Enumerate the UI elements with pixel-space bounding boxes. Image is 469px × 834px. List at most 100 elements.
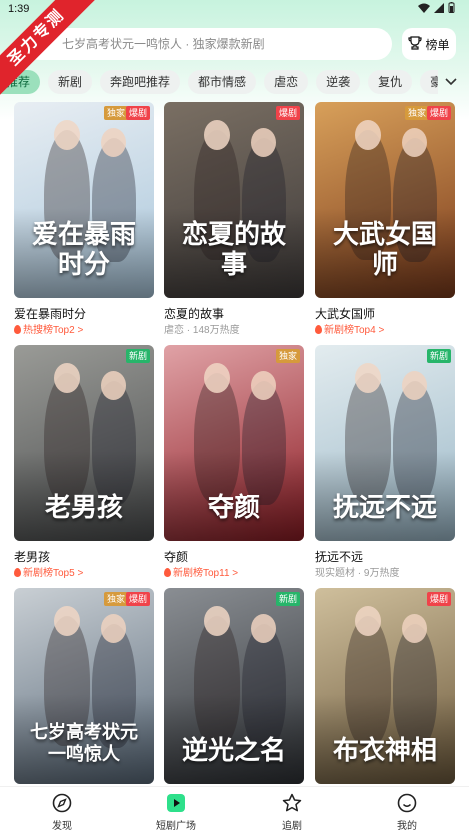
battery-icon bbox=[448, 2, 455, 16]
tab-4[interactable]: 虐恋 bbox=[264, 70, 309, 94]
poster-badge: 独家 bbox=[103, 106, 128, 120]
drama-card[interactable]: 恋夏的故事 爆剧恋夏的故事虐恋 · 148万热度 bbox=[164, 102, 304, 338]
drama-title[interactable]: 爱在暴雨时分 bbox=[14, 306, 154, 322]
status-time: 1:39 bbox=[8, 3, 30, 15]
drama-card[interactable]: 爱在暴雨时分 独家 爆剧爱在暴雨时分热搜榜Top2 > bbox=[14, 102, 154, 338]
poster-figure-head bbox=[355, 606, 381, 636]
drama-title[interactable]: 老男孩 bbox=[14, 549, 154, 565]
drama-card[interactable]: 逆光之名 新剧逆光之名 bbox=[164, 588, 304, 808]
star-icon bbox=[282, 793, 302, 813]
poster-figure-head bbox=[355, 120, 381, 150]
poster-figure-head bbox=[402, 614, 427, 643]
drama-sub-text: 新剧榜Top5 > bbox=[23, 568, 84, 579]
poster-badge: 独家 bbox=[275, 349, 300, 363]
tab-5[interactable]: 逆袭 bbox=[316, 70, 361, 94]
poster-title-art: 抚远不远 bbox=[332, 493, 437, 523]
poster-figure-head bbox=[204, 120, 230, 150]
tab-7[interactable]: 豪门 bbox=[420, 70, 438, 94]
drama-card[interactable]: 老男孩 新剧老男孩新剧榜Top5 > bbox=[14, 345, 154, 581]
poster-badge: 独家 bbox=[103, 592, 128, 606]
poster-title-art: 爱在暴雨时分 bbox=[31, 220, 136, 280]
drama-poster[interactable]: 夺颜 独家 bbox=[164, 345, 304, 541]
poster-badge: 爆剧 bbox=[125, 592, 150, 606]
tab-3[interactable]: 都市情感 bbox=[188, 70, 257, 94]
poster-figure-head bbox=[54, 606, 80, 636]
tab-6[interactable]: 复仇 bbox=[368, 70, 413, 94]
drama-sub-text: 热搜榜Top2 > bbox=[23, 325, 84, 336]
poster-badge: 新剧 bbox=[275, 592, 300, 606]
status-icons bbox=[418, 2, 455, 16]
drama-sub-text: 新剧榜Top4 > bbox=[324, 325, 385, 336]
poster-badge: 爆剧 bbox=[275, 106, 300, 120]
tab-1[interactable]: 新剧 bbox=[48, 70, 93, 94]
drama-title[interactable]: 恋夏的故事 bbox=[164, 306, 304, 322]
chevron-down-icon[interactable] bbox=[443, 73, 459, 89]
nav-label: 短剧广场 bbox=[156, 821, 196, 832]
search-input[interactable]: 七岁高考状元一鸣惊人 · 独家爆款新剧 bbox=[24, 28, 392, 60]
poster-figure-head bbox=[251, 614, 276, 643]
drama-poster[interactable]: 逆光之名 新剧 bbox=[164, 588, 304, 784]
play-square-icon bbox=[166, 793, 186, 813]
drama-card[interactable]: 大武女国师 独家 爆剧大武女国师新剧榜Top4 > bbox=[315, 102, 455, 338]
drama-sub-text: 新剧榜Top11 > bbox=[173, 568, 239, 579]
poster-figure-head bbox=[251, 128, 276, 157]
poster-figure-head bbox=[204, 363, 230, 393]
poster-title-art: 恋夏的故事 bbox=[181, 220, 286, 280]
flame-icon bbox=[14, 568, 21, 577]
category-tabs: 推荐新剧奔跑吧推荐都市情感虐恋逆袭复仇豪门 bbox=[0, 70, 438, 94]
drama-poster[interactable]: 大武女国师 独家 爆剧 bbox=[315, 102, 455, 298]
smiley-icon bbox=[397, 793, 417, 813]
rank-link[interactable]: 新剧榜Top5 > bbox=[14, 567, 154, 581]
poster-badge: 爆剧 bbox=[426, 106, 451, 120]
poster-badge: 爆剧 bbox=[125, 106, 150, 120]
poster-figure-head bbox=[204, 606, 230, 636]
drama-poster[interactable]: 老男孩 新剧 bbox=[14, 345, 154, 541]
poster-figure-head bbox=[101, 371, 126, 400]
search-placeholder: 七岁高考状元一鸣惊人 · 独家爆款新剧 bbox=[62, 37, 265, 51]
drama-poster[interactable]: 爱在暴雨时分 独家 爆剧 bbox=[14, 102, 154, 298]
rank-link[interactable]: 新剧榜Top4 > bbox=[315, 324, 455, 338]
poster-badge: 爆剧 bbox=[426, 592, 451, 606]
rank-link[interactable]: 新剧榜Top11 > bbox=[164, 567, 304, 581]
drama-poster[interactable]: 抚远不远 新剧 bbox=[315, 345, 455, 541]
nav-item-0[interactable]: 发现 bbox=[27, 793, 97, 832]
poster-title-art: 七岁高考状元一鸣惊人 bbox=[30, 722, 138, 765]
wifi-icon bbox=[418, 3, 430, 16]
poster-title-art: 老男孩 bbox=[44, 493, 123, 523]
drama-card[interactable]: 布衣神相 爆剧布衣神相 bbox=[315, 588, 455, 808]
poster-figure-head bbox=[101, 614, 126, 643]
poster-figure-head bbox=[54, 363, 80, 393]
poster-title-art: 大武女国师 bbox=[332, 220, 437, 280]
nav-label: 发现 bbox=[52, 821, 72, 832]
bottom-nav: 发现 短剧广场 追剧 我的 bbox=[0, 786, 469, 834]
poster-badge: 新剧 bbox=[426, 349, 451, 363]
drama-card[interactable]: 七岁高考状元一鸣惊人 独家爆剧七岁高考状元一鸣惊人 bbox=[14, 588, 154, 808]
nav-item-2[interactable]: 追剧 bbox=[257, 793, 327, 832]
nav-item-3[interactable]: 我的 bbox=[372, 793, 442, 832]
drama-meta: 虐恋 · 148万热度 bbox=[164, 324, 304, 338]
flame-icon bbox=[14, 325, 21, 334]
tab-2[interactable]: 奔跑吧推荐 bbox=[100, 70, 181, 94]
drama-poster[interactable]: 恋夏的故事 爆剧 bbox=[164, 102, 304, 298]
drama-sub-text: 现实题材 · 9万热度 bbox=[315, 568, 400, 579]
poster-badge: 新剧 bbox=[125, 349, 150, 363]
poster-title-art: 布衣神相 bbox=[332, 736, 437, 766]
poster-figure-head bbox=[251, 371, 276, 400]
drama-poster[interactable]: 七岁高考状元一鸣惊人 独家 爆剧 bbox=[14, 588, 154, 784]
drama-title[interactable]: 大武女国师 bbox=[315, 306, 455, 322]
poster-figure-head bbox=[402, 371, 427, 400]
poster-title-art: 夺颜 bbox=[207, 493, 260, 523]
poster-badge: 独家 bbox=[404, 106, 429, 120]
drama-card[interactable]: 抚远不远 新剧抚远不远现实题材 · 9万热度 bbox=[315, 345, 455, 581]
drama-poster[interactable]: 布衣神相 爆剧 bbox=[315, 588, 455, 784]
flame-icon bbox=[315, 325, 322, 334]
nav-item-1[interactable]: 短剧广场 bbox=[141, 793, 211, 832]
drama-title[interactable]: 夺颜 bbox=[164, 549, 304, 565]
drama-title[interactable]: 抚远不远 bbox=[315, 549, 455, 565]
rank-button[interactable]: 榜单 bbox=[402, 28, 456, 60]
signal-icon bbox=[434, 2, 444, 16]
trophy-icon bbox=[408, 35, 423, 53]
rank-button-label: 榜单 bbox=[425, 37, 450, 52]
drama-card[interactable]: 夺颜 独家夺颜新剧榜Top11 > bbox=[164, 345, 304, 581]
rank-link[interactable]: 热搜榜Top2 > bbox=[14, 324, 154, 338]
